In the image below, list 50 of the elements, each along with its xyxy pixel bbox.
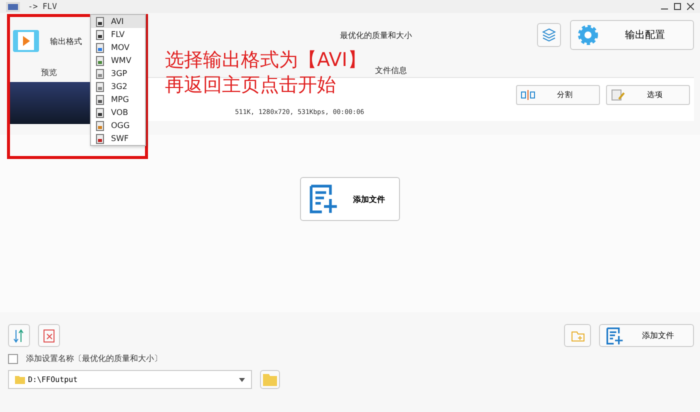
output-config-button[interactable]: 输出配置 — [570, 20, 694, 50]
file-icon — [96, 42, 104, 52]
checkbox-label: 添加设置名称〔最优化的质量和大小〕 — [26, 353, 162, 364]
delete-file-icon — [43, 328, 55, 342]
file-icon — [96, 30, 104, 40]
file-icon — [96, 134, 104, 144]
file-info-label: 文件信息 — [374, 65, 408, 77]
menu-item[interactable]: AVI — [91, 15, 145, 28]
menu-item[interactable]: MPG — [91, 93, 145, 106]
file-icon — [96, 68, 104, 78]
file-icon — [96, 16, 104, 26]
file-icon — [96, 94, 104, 104]
menu-item[interactable]: WMV — [91, 54, 145, 67]
layers-button[interactable] — [537, 23, 561, 47]
close-icon[interactable] — [687, 3, 694, 10]
file-icon — [96, 56, 104, 66]
menu-item[interactable]: SWF — [91, 132, 145, 145]
preset-name: 最优化的质量和大小 — [339, 30, 413, 40]
app-logo-icon — [6, 2, 20, 12]
add-file-button[interactable]: 添加文件 — [300, 177, 400, 221]
menu-item[interactable]: VOB — [91, 106, 145, 119]
menu-item[interactable]: FLV — [91, 28, 145, 41]
folder-plus-icon — [570, 330, 584, 342]
checkbox[interactable] — [8, 354, 18, 364]
maximize-icon[interactable] — [674, 3, 681, 10]
menu-item[interactable]: OGG — [91, 119, 145, 132]
annotation-text: 选择输出格式为【AVI】 再返回主页点击开始 — [165, 48, 366, 98]
preview-label: 预览 — [40, 67, 58, 78]
file-icon — [96, 108, 104, 118]
file-icon — [96, 82, 104, 92]
document-icon — [611, 89, 625, 101]
add-file-button[interactable]: 添加文件 — [599, 324, 694, 347]
layers-icon — [542, 28, 556, 42]
arrows-icon — [13, 328, 25, 342]
menu-item[interactable]: MOV — [91, 41, 145, 54]
video-icon — [12, 29, 40, 53]
document-plus-icon — [309, 184, 339, 214]
caret-icon — [239, 378, 245, 382]
menu-item[interactable]: 3GP — [91, 67, 145, 80]
window-title: -> FLV — [28, 2, 57, 11]
menu-item[interactable]: 3G2 — [91, 80, 145, 93]
settings-icon — [577, 24, 599, 46]
file-icon — [96, 120, 104, 130]
document-plus-icon — [606, 326, 624, 344]
add-folder-button[interactable] — [564, 324, 591, 347]
split-icon — [521, 90, 535, 100]
folder-icon — [263, 374, 277, 386]
remove-button[interactable] — [38, 324, 60, 347]
sort-button[interactable] — [8, 324, 30, 347]
folder-icon — [15, 376, 25, 384]
